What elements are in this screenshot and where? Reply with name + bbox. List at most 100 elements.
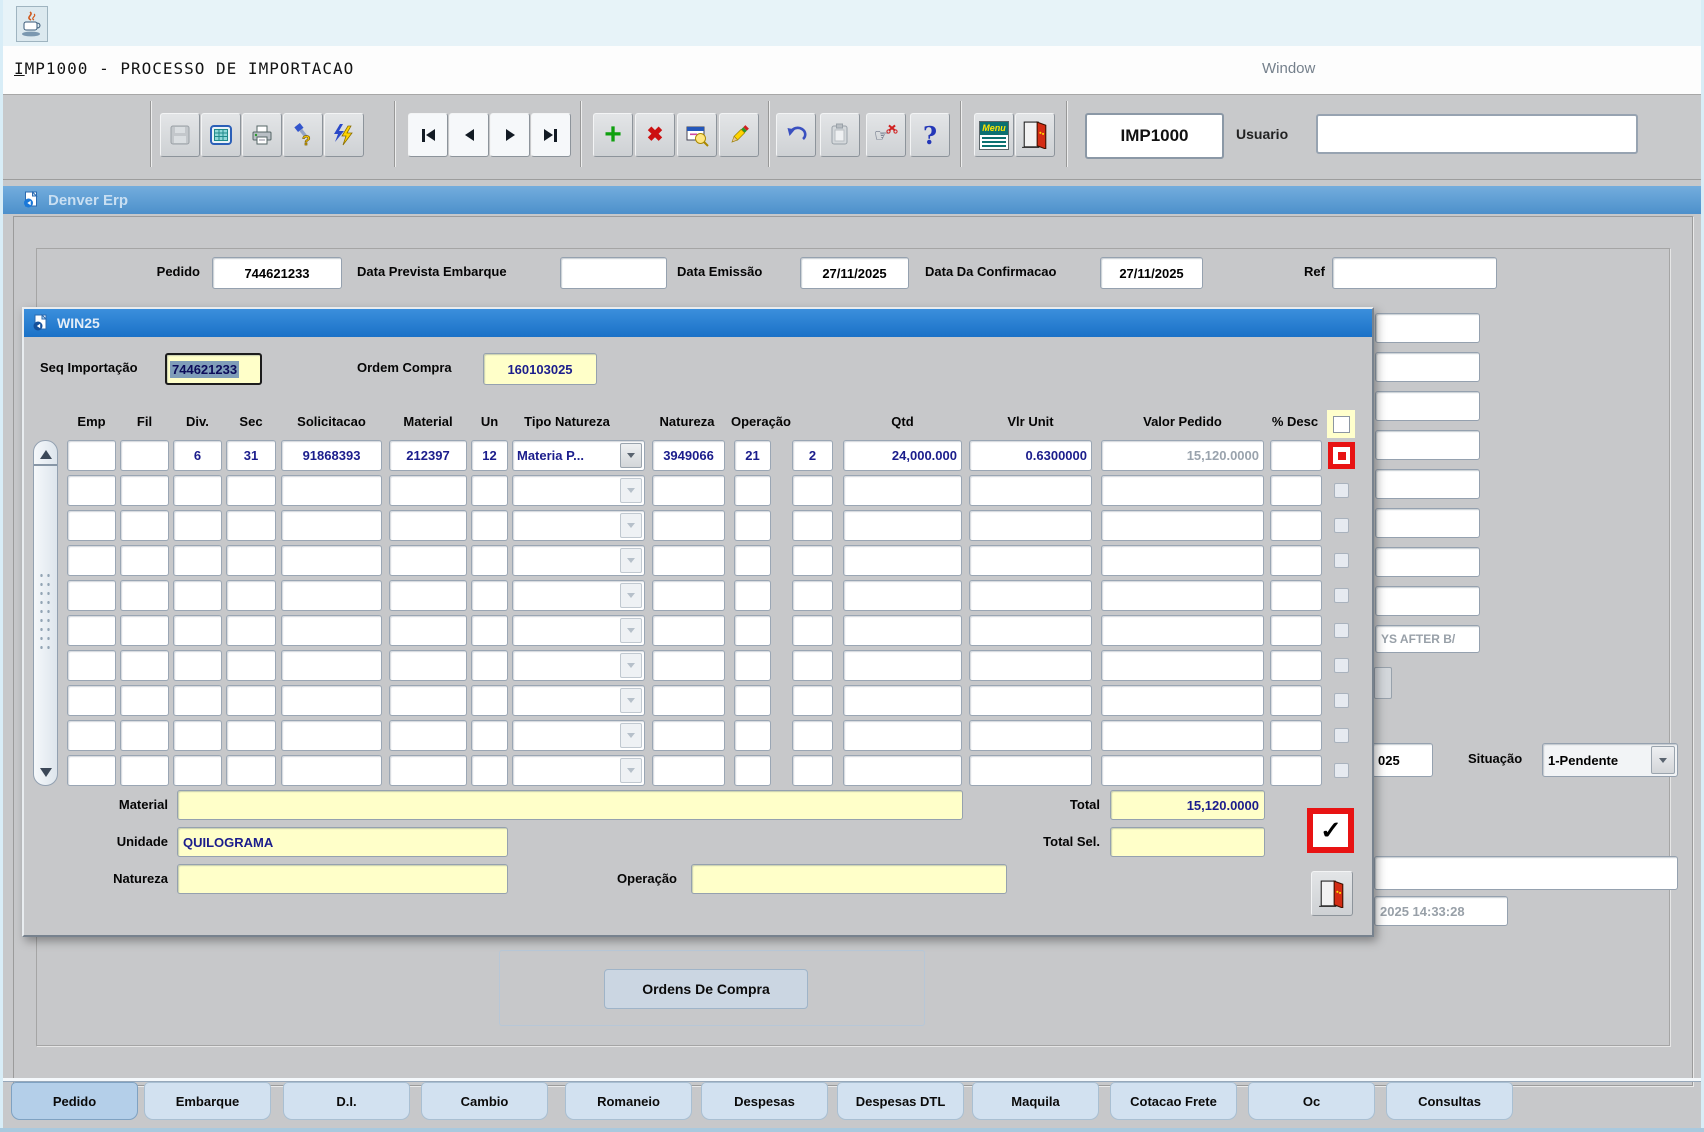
scroll-down-icon[interactable]	[34, 762, 57, 782]
grid-cell-fil[interactable]	[120, 720, 169, 751]
ordem-compra-field[interactable]: 160103025	[483, 353, 597, 385]
grid-cell-operacao_2[interactable]	[792, 755, 833, 786]
grid-cell-operacao_2[interactable]	[792, 545, 833, 576]
background-field[interactable]	[1375, 313, 1480, 343]
grid-cell-valor_pedido[interactable]	[1101, 545, 1264, 576]
grid-cell-natureza[interactable]	[652, 720, 725, 751]
grid-cell-sec[interactable]	[226, 510, 276, 541]
grid-cell-natureza[interactable]	[652, 685, 725, 716]
menu-item-window[interactable]: Window	[1262, 60, 1315, 77]
grid-cell-sec[interactable]	[226, 545, 276, 576]
data-prevista-embarque-field[interactable]	[560, 257, 667, 289]
grid-cell-un[interactable]	[471, 755, 508, 786]
delete-record-button[interactable]: ✖	[635, 113, 675, 157]
row-checkbox[interactable]	[1334, 763, 1349, 778]
natureza-field[interactable]	[177, 864, 508, 894]
chevron-down-icon[interactable]	[620, 653, 642, 678]
grid-cell-sec[interactable]	[226, 475, 276, 506]
grid-cell-sec[interactable]	[226, 580, 276, 611]
grid-cell-tipo_natureza[interactable]	[512, 475, 645, 506]
grid-cell-material[interactable]	[389, 510, 467, 541]
grid-cell-perc_desc[interactable]	[1270, 510, 1322, 541]
background-field[interactable]	[1375, 547, 1480, 577]
cancel-query-button[interactable]	[719, 113, 759, 157]
chevron-down-icon[interactable]	[620, 618, 642, 643]
tab-despesas[interactable]: Despesas	[701, 1082, 828, 1120]
grid-cell-solicitacao[interactable]	[281, 615, 382, 646]
chevron-down-icon[interactable]	[620, 548, 642, 573]
grid-cell-tipo_natureza[interactable]	[512, 685, 645, 716]
grid-cell-vlr_unit[interactable]	[969, 755, 1092, 786]
grid-cell-fil[interactable]	[120, 545, 169, 576]
grid-cell-sec[interactable]	[226, 685, 276, 716]
grid-cell-fil[interactable]	[120, 650, 169, 681]
grid-cell-natureza[interactable]: 3949066	[652, 440, 725, 471]
row-checkbox[interactable]	[1334, 518, 1349, 533]
grid-cell-natureza[interactable]	[652, 545, 725, 576]
grid-cell-div[interactable]	[173, 475, 222, 506]
grid-cell-solicitacao[interactable]: 91868393	[281, 440, 382, 471]
grid-cell-material[interactable]	[389, 580, 467, 611]
grid-cell-operacao_2[interactable]	[792, 720, 833, 751]
grid-cell-operacao_1[interactable]	[734, 545, 771, 576]
grid-cell-tipo_natureza[interactable]	[512, 755, 645, 786]
grid-cell-material[interactable]	[389, 755, 467, 786]
chevron-down-icon[interactable]	[620, 723, 642, 748]
grid-cell-vlr_unit[interactable]	[969, 685, 1092, 716]
grid-cell-tipo_natureza[interactable]	[512, 615, 645, 646]
grid-cell-natureza[interactable]	[652, 650, 725, 681]
grid-cell-solicitacao[interactable]	[281, 475, 382, 506]
grid-cell-natureza[interactable]	[652, 755, 725, 786]
scrollbar-thumb-grip[interactable]	[38, 571, 53, 651]
lock-record-button[interactable]: ☞	[866, 113, 906, 157]
background-field[interactable]	[1375, 391, 1480, 421]
grid-cell-valor_pedido[interactable]	[1101, 510, 1264, 541]
grid-cell-fil[interactable]	[120, 755, 169, 786]
row-selected-checkbox[interactable]	[1328, 442, 1355, 469]
grid-cell-solicitacao[interactable]	[281, 650, 382, 681]
grid-cell-material[interactable]: 212397	[389, 440, 467, 471]
grid-cell-valor_pedido[interactable]	[1101, 615, 1264, 646]
grid-cell-qtd[interactable]	[843, 580, 962, 611]
grid-cell-div[interactable]	[173, 650, 222, 681]
ref-field[interactable]	[1332, 257, 1497, 289]
grid-cell-div[interactable]	[173, 545, 222, 576]
grid-cell-vlr_unit[interactable]	[969, 720, 1092, 751]
grid-cell-qtd[interactable]: 24,000.000	[843, 440, 962, 471]
save-button[interactable]	[160, 113, 200, 157]
chevron-down-icon[interactable]	[620, 583, 642, 608]
grid-cell-operacao_1[interactable]	[734, 510, 771, 541]
situacao-dropdown[interactable]: 1-Pendente	[1542, 743, 1678, 777]
grid-cell-qtd[interactable]	[843, 720, 962, 751]
grid-cell-emp[interactable]	[67, 510, 116, 541]
grid-cell-vlr_unit[interactable]	[969, 615, 1092, 646]
grid-cell-valor_pedido[interactable]	[1101, 685, 1264, 716]
print-button[interactable]	[242, 113, 282, 157]
grid-cell-qtd[interactable]	[843, 685, 962, 716]
row-checkbox[interactable]	[1334, 553, 1349, 568]
material-field[interactable]	[177, 790, 963, 820]
grid-cell-qtd[interactable]	[843, 510, 962, 541]
nav-first-button[interactable]	[408, 113, 448, 157]
help-button[interactable]: ?	[910, 113, 950, 157]
background-field[interactable]	[1375, 352, 1480, 382]
grid-cell-tipo_natureza[interactable]: Materia P...	[512, 440, 645, 471]
grid-cell-div[interactable]	[173, 510, 222, 541]
grid-cell-valor_pedido[interactable]	[1101, 475, 1264, 506]
tab-cotacao-frete[interactable]: Cotacao Frete	[1110, 1082, 1237, 1120]
grid-cell-perc_desc[interactable]	[1270, 615, 1322, 646]
grid-cell-un[interactable]	[471, 615, 508, 646]
chevron-down-icon[interactable]	[620, 758, 642, 783]
unidade-field[interactable]: QUILOGRAMA	[177, 827, 508, 857]
grid-cell-vlr_unit[interactable]	[969, 650, 1092, 681]
grid-cell-solicitacao[interactable]	[281, 580, 382, 611]
chevron-down-icon[interactable]	[620, 478, 642, 503]
background-timestamp-field[interactable]: 2025 14:33:28	[1374, 896, 1508, 926]
seq-importacao-field[interactable]: 744621233	[165, 353, 262, 385]
grid-cell-solicitacao[interactable]	[281, 685, 382, 716]
exit-button[interactable]	[1015, 113, 1055, 157]
tab-maquila[interactable]: Maquila	[972, 1082, 1099, 1120]
grid-cell-operacao_2[interactable]	[792, 685, 833, 716]
grid-cell-div[interactable]: 6	[173, 440, 222, 471]
grid-cell-qtd[interactable]	[843, 615, 962, 646]
